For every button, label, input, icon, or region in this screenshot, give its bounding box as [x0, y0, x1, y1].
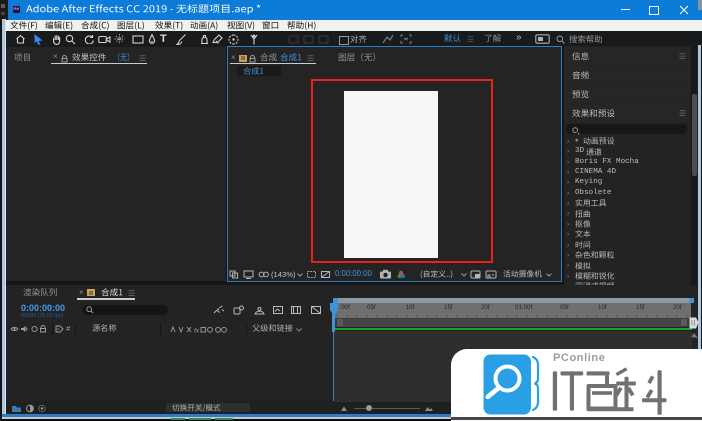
svg-text:fx: fx — [194, 327, 200, 334]
